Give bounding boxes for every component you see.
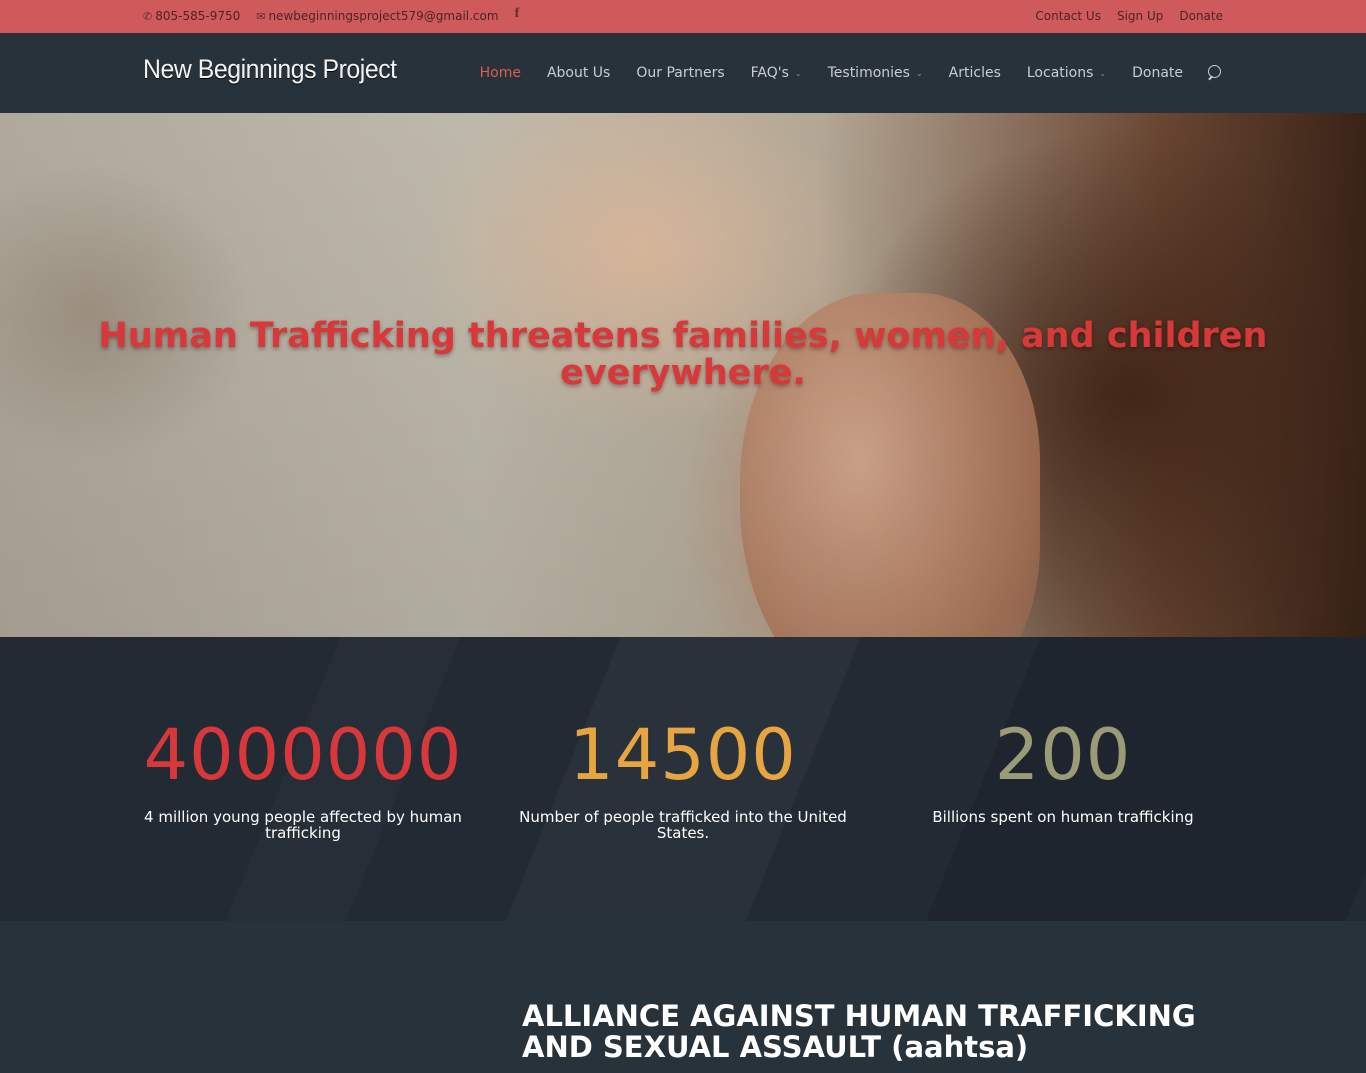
email-address[interactable]: newbeginningsproject579@gmail.com [268, 9, 498, 23]
stat-counter: 14500 Number of people trafficked into t… [518, 717, 848, 841]
hero-banner: Human Trafficking threatens families, wo… [0, 113, 1366, 637]
chevron-down-icon: ⌄ [915, 68, 923, 78]
nav-label: Testimonies [827, 65, 910, 81]
nav-item-faqs[interactable]: FAQ's ⌄ [751, 65, 802, 81]
facebook-icon[interactable]: f [515, 6, 520, 22]
phone-icon: ✆ [143, 9, 153, 23]
contact-info: ✆ 805-585-9750 ✉ newbeginningsproject579… [143, 6, 535, 23]
nav-item-donate[interactable]: Donate [1132, 65, 1183, 81]
email-link[interactable]: ✉ newbeginningsproject579@gmail.com [256, 9, 498, 23]
nav-label: FAQ's [750, 65, 789, 81]
main-header: New Beginnings Project Home About Us Our… [0, 33, 1366, 113]
nav-item-articles[interactable]: Articles [949, 65, 1001, 81]
nav-label: About Us [546, 65, 611, 81]
stat-description: 4 million young people affected by human… [144, 808, 462, 842]
main-nav: Home About Us Our Partners FAQ's ⌄ Testi… [454, 64, 1223, 82]
nav-label: Locations [1026, 65, 1094, 81]
phone-number[interactable]: 805-585-9750 [155, 9, 240, 23]
stats-section: 4000000 4 million young people affected … [0, 637, 1366, 921]
stat-number: 4000000 [143, 714, 463, 796]
nav-item-our-partners[interactable]: Our Partners [636, 65, 724, 81]
facebook-link[interactable]: f [515, 6, 520, 22]
nav-item-testimonies[interactable]: Testimonies ⌄ [828, 65, 923, 81]
secondary-nav: Contact Us Sign Up Donate [1019, 9, 1223, 23]
chevron-down-icon: ⌄ [794, 68, 802, 78]
nav-item-about-us[interactable]: About Us [547, 65, 610, 81]
stat-counter: 200 Billions spent on human trafficking [898, 717, 1228, 825]
sign-up-link[interactable]: Sign Up [1117, 9, 1163, 23]
section-title: ALLIANCE AGAINST HUMAN TRAFFICKING AND S… [522, 999, 1196, 1064]
phone-link[interactable]: ✆ 805-585-9750 [143, 9, 240, 23]
hero-title: Human Trafficking threatens families, wo… [98, 316, 1268, 393]
chevron-down-icon: ⌄ [1099, 68, 1107, 78]
nav-label: Articles [948, 65, 1001, 81]
search-icon[interactable] [1205, 64, 1223, 82]
stat-number: 200 [994, 714, 1132, 796]
stat-description: Billions spent on human trafficking [932, 808, 1194, 826]
stat-counter: 4000000 4 million young people affected … [138, 717, 468, 841]
site-logo[interactable]: New Beginnings Project [143, 54, 397, 85]
stat-number: 14500 [569, 714, 797, 796]
nav-label: Our Partners [636, 65, 725, 81]
stat-description: Number of people trafficked into the Uni… [519, 808, 847, 842]
email-icon: ✉ [256, 9, 266, 23]
top-bar: ✆ 805-585-9750 ✉ newbeginningsproject579… [0, 0, 1366, 33]
alliance-section: ALLIANCE AGAINST HUMAN TRAFFICKING AND S… [0, 921, 1366, 1073]
nav-item-locations[interactable]: Locations ⌄ [1027, 65, 1106, 81]
nav-label: Donate [1132, 65, 1183, 81]
top-donate-link[interactable]: Donate [1179, 9, 1223, 23]
contact-us-link[interactable]: Contact Us [1035, 9, 1101, 23]
nav-label: Home [479, 65, 521, 81]
nav-item-home[interactable]: Home [480, 65, 521, 81]
